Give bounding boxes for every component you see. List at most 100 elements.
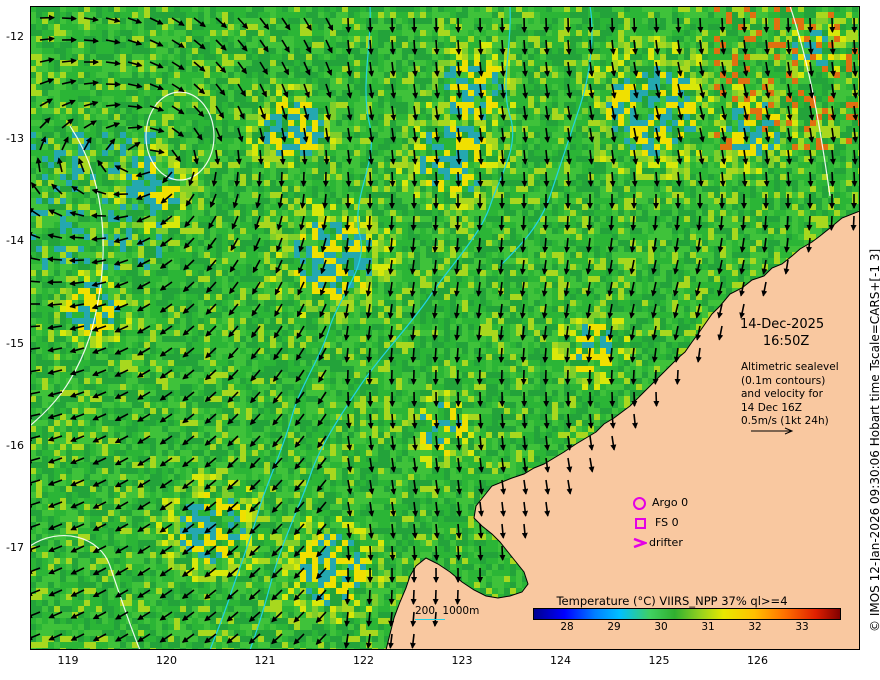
colorbar-tick-label: 28 (560, 621, 574, 633)
altimetry-note: Altimetric sealevel (0.1m contours) and … (741, 361, 839, 429)
y-tick-label: -12 (6, 30, 24, 43)
velocity-arrow (323, 149, 330, 165)
colorbar-ticks: 28 29 30 31 32 33 (533, 620, 841, 634)
velocity-arrow (565, 171, 572, 187)
velocity-arrow (388, 347, 395, 363)
velocity-arrow (389, 413, 396, 429)
velocity-arrow (366, 215, 373, 231)
x-tick-label: 125 (648, 654, 670, 667)
velocity-arrow (564, 369, 571, 385)
velocity-arrow (631, 171, 638, 187)
legend-drifter-label: drifter (649, 536, 683, 549)
velocity-arrow (410, 347, 417, 363)
velocity-arrow (47, 256, 63, 263)
velocity-arrow (345, 17, 352, 33)
velocity-arrow (521, 413, 528, 429)
velocity-arrow (433, 413, 440, 429)
velocity-arrow (366, 589, 373, 605)
map-panel[interactable]: 14-Dec-2025 16:50Z Altimetric sealevel (… (30, 6, 860, 650)
velocity-arrow (740, 215, 747, 231)
obs-legend: Argo 0 FS 0 drifter (633, 493, 688, 553)
velocity-arrow (300, 171, 307, 187)
velocity-arrow (542, 347, 549, 363)
velocity-arrow (674, 369, 681, 385)
velocity-arrow (543, 171, 550, 187)
y-tick-label: -16 (6, 438, 24, 452)
time-text: 16:50Z (762, 334, 810, 349)
velocity-arrow (476, 215, 483, 231)
velocity-arrow (565, 413, 572, 429)
bathy-200-label: 200 (415, 605, 436, 617)
velocity-arrow (301, 149, 308, 165)
velocity-arrow (105, 81, 121, 88)
date-text: 14-Dec-2025 (740, 317, 825, 332)
velocity-arrow (389, 39, 396, 55)
y-tick-label: -17 (6, 541, 24, 554)
velocity-arrow (454, 215, 461, 231)
velocity-arrow (367, 171, 374, 187)
velocity-arrow (498, 347, 505, 363)
velocity-arrow (344, 589, 351, 605)
velocity-arrow (411, 413, 418, 429)
colorbar-tick-label: 33 (795, 621, 809, 633)
velocity-arrow (455, 545, 462, 561)
velocity-arrow (411, 39, 418, 55)
velocity-arrow (367, 545, 374, 561)
velocity-arrow (631, 17, 638, 33)
velocity-arrow (806, 215, 813, 231)
velocity-arrow (587, 17, 594, 33)
velocity-arrow (278, 171, 285, 187)
velocity-arrow (807, 171, 814, 187)
velocity-arrow (69, 234, 85, 241)
velocity-arrow (499, 39, 506, 55)
velocity-arrow (543, 39, 550, 55)
velocity-arrow (411, 171, 418, 187)
velocity-arrow (345, 545, 352, 561)
velocity-arrow (477, 39, 484, 55)
velocity-arrow (344, 369, 351, 385)
velocity-arrow (609, 17, 616, 33)
velocity-arrow (256, 171, 263, 187)
velocity-arrow (127, 124, 143, 131)
velocity-arrow (61, 15, 77, 22)
velocity-arrow (675, 17, 682, 33)
x-tick-label: 126 (747, 654, 768, 667)
velocity-arrow (455, 39, 462, 55)
scale-arrow-icon (751, 427, 794, 435)
velocity-arrow (763, 171, 770, 187)
colorbar-tick-label: 31 (701, 621, 715, 633)
y-tick-label: -15 (6, 336, 24, 350)
velocity-arrow (69, 257, 85, 264)
velocity-arrow (785, 17, 792, 33)
velocity-arrow (498, 215, 505, 231)
velocity-arrow (543, 413, 550, 429)
legend-fs-label: FS 0 (655, 516, 679, 529)
legend-argo: Argo 0 (633, 493, 688, 513)
velocity-arrow (741, 17, 748, 33)
y-tick-label: -14 (6, 234, 24, 248)
drifter-marker-icon (633, 537, 647, 549)
velocity-arrow (521, 39, 528, 55)
velocity-arrow (388, 589, 395, 605)
altimetry-line: 14 Dec 16Z (741, 401, 802, 414)
velocity-arrow (586, 215, 593, 231)
altimetry-line: Altimetric sealevel (741, 361, 839, 373)
x-tick-label: 119 (57, 654, 79, 667)
velocity-arrow (741, 171, 748, 187)
velocity-arrow (608, 369, 615, 385)
velocity-arrow (586, 369, 593, 385)
bathy-key: 200 1000m (415, 605, 479, 620)
velocity-arrow (609, 171, 616, 187)
velocity-arrow (520, 215, 527, 231)
velocity-arrow (279, 149, 286, 165)
velocity-arrow (719, 17, 726, 33)
x-tick-label: 123 (451, 654, 473, 667)
velocity-arrow (608, 215, 615, 231)
velocity-arrow (653, 391, 660, 407)
velocity-arrow (411, 545, 418, 561)
velocity-arrow (564, 215, 571, 231)
velocity-arrow (366, 369, 373, 385)
velocity-arrow (499, 413, 506, 429)
velocity-arrow (30, 323, 41, 330)
altimetry-line: and velocity for (741, 388, 823, 400)
